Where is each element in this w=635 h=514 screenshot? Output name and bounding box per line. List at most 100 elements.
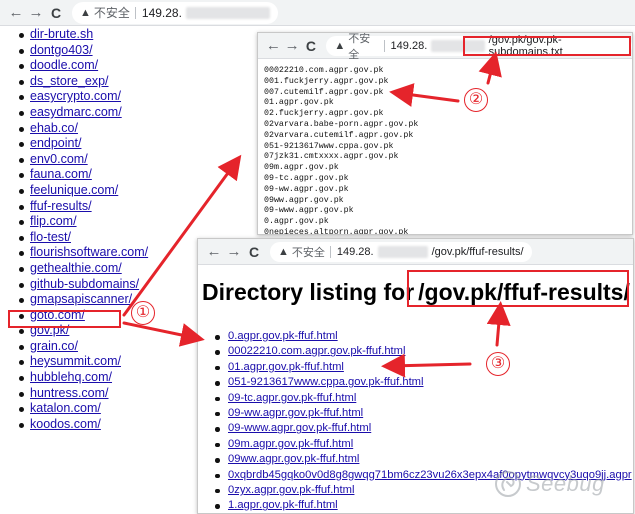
highlight-box-txt-path [463,36,631,56]
marker-3: ③ [486,352,510,376]
directory-link[interactable]: ffuf-results/ [30,199,92,213]
ffuf-result-link[interactable]: 09-www.agpr.gov.pk-ffuf.html [228,422,371,434]
directory-link[interactable]: katalon.com/ [30,401,101,415]
list-item: endpoint/ [0,136,215,152]
address-bar[interactable]: ▲ 不安全 149.28. /gov.pk/ffuf-results/ [270,241,532,262]
forward-button[interactable]: → [283,38,302,53]
list-item: ds_store_exp/ [0,74,215,90]
forward-button[interactable]: → [26,5,46,20]
list-item: fauna.com/ [0,167,215,183]
list-item: dontgo403/ [0,43,215,59]
directory-link[interactable]: env0.com/ [30,152,88,166]
forward-button[interactable]: → [224,244,244,259]
ffuf-result-link[interactable]: 1.agpr.gov.pk-ffuf.html [228,499,338,511]
directory-link[interactable]: ehab.co/ [30,121,78,135]
warning-icon: ▲ [334,39,346,52]
txt-line: 02varvara.babe-porn.agpr.gov.pk [264,119,419,129]
list-item: 09-ww.agpr.gov.pk-ffuf.html [198,406,633,421]
list-item: flo-test/ [0,230,215,246]
list-item: flip.com/ [0,214,215,230]
directory-link[interactable]: flip.com/ [30,214,77,228]
subdomains-txt-window: ← → C ▲ 不安全 149.28. /gov.pk/gov.pk-subdo… [257,32,633,235]
list-item: doodle.com/ [0,58,215,74]
directory-link[interactable]: feelunique.com/ [30,183,118,197]
directory-link[interactable]: gmapsapiscanner/ [30,292,132,306]
highlight-box-ffuf-heading [407,270,629,307]
txt-line: 02varvara.cutemilf.agpr.gov.pk [264,130,414,140]
txt-line: 07jzk31.cmtxxxx.agpr.gov.pk [264,152,399,162]
txt-line: 01.agpr.gov.pk [264,98,334,108]
directory-link[interactable]: flo-test/ [30,230,71,244]
redacted-ip [185,6,270,19]
back-button[interactable]: ← [204,244,224,259]
back-button[interactable]: ← [264,38,283,53]
list-item: 00022210.com.agpr.gov.pk-ffuf.html [198,344,633,359]
list-item: heysummit.com/ [0,354,215,370]
ffuf-result-link[interactable]: 09-ww.agpr.gov.pk-ffuf.html [228,407,363,419]
ffuf-browser-toolbar: ← → C ▲ 不安全 149.28. /gov.pk/ffuf-results… [198,239,633,265]
address-bar[interactable]: ▲ 不安全 149.28. [72,1,278,24]
marker-2: ② [464,88,488,112]
directory-link[interactable]: github-subdomains/ [30,277,139,291]
directory-link[interactable]: koodos.com/ [30,417,101,431]
list-item: 09ww.agpr.gov.pk-ffuf.html [198,452,633,467]
directory-link[interactable]: dir-brute.sh [30,27,93,41]
address-separator [383,39,385,52]
list-item: easydmarc.com/ [0,105,215,121]
list-item: gethealthie.com/ [0,261,215,277]
ffuf-result-link[interactable]: 0.agpr.gov.pk-ffuf.html [228,330,338,342]
list-item: 0.agpr.gov.pk-ffuf.html [198,329,633,344]
ffuf-result-link[interactable]: 00022210.com.agpr.gov.pk-ffuf.html [228,345,405,357]
ffuf-result-link[interactable]: 09ww.agpr.gov.pk-ffuf.html [228,453,359,465]
reload-button[interactable]: C [46,6,66,20]
directory-link[interactable]: endpoint/ [30,136,81,150]
directory-link[interactable]: easydmarc.com/ [30,105,122,119]
seebug-logo-icon [495,471,521,497]
ffuf-result-link[interactable]: 09-tc.agpr.gov.pk-ffuf.html [228,392,356,404]
list-item: gmapsapiscanner/ [0,292,215,308]
txt-line: 007.cutemilf.agpr.gov.pk [264,87,384,97]
address-separator [134,6,136,19]
directory-link[interactable]: doodle.com/ [30,58,98,72]
address-path: /gov.pk/ffuf-results/ [431,245,524,258]
reload-button[interactable]: C [244,245,264,259]
directory-link[interactable]: hubblehq.com/ [30,370,112,384]
txt-line: 051-9213617www.cppa.gov.pk [264,141,394,151]
warning-icon: ▲ [278,245,289,258]
seebug-watermark: Seebug [494,470,605,498]
directory-link[interactable]: fauna.com/ [30,167,92,181]
list-item: easycrypto.com/ [0,89,215,105]
insecure-label: 不安全 [291,246,325,259]
ffuf-result-link[interactable]: 01.agpr.gov.pk-ffuf.html [228,361,344,373]
ffuf-result-link[interactable]: 0zyx.agpr.gov.pk-ffuf.html [228,484,354,496]
txt-line: 0nepieces.altporn.agpr.gov.pk [264,227,409,235]
directory-link[interactable]: easycrypto.com/ [30,89,121,103]
list-item: 09m.agpr.gov.pk-ffuf.html [198,437,633,452]
directory-link[interactable]: ds_store_exp/ [30,74,109,88]
back-button[interactable]: ← [6,5,26,20]
txt-line: 09-www.agpr.gov.pk [264,206,354,216]
directory-link[interactable]: huntress.com/ [30,386,109,400]
title-prefix: Directory listing for [202,279,415,305]
directory-link[interactable]: heysummit.com/ [30,354,121,368]
txt-content: 00022210.com.agpr.gov.pk 001.fuckjerry.ag… [264,66,419,235]
txt-line: 00022210.com.agpr.gov.pk [264,66,384,75]
directory-link[interactable]: grain.co/ [30,339,78,353]
list-item: ehab.co/ [0,121,215,137]
ffuf-result-link[interactable]: 09m.agpr.gov.pk-ffuf.html [228,438,353,450]
list-item: github-subdomains/ [0,277,215,293]
list-item: 09-tc.agpr.gov.pk-ffuf.html [198,391,633,406]
list-item: ffuf-results/ [0,199,215,215]
directory-link[interactable]: dontgo403/ [30,43,93,57]
directory-link[interactable]: flourishsoftware.com/ [30,245,148,259]
insecure-label: 不安全 [93,6,130,20]
address-host: 149.28. [141,5,182,20]
directory-link[interactable]: gethealthie.com/ [30,261,122,275]
txt-line: 09-ww.agpr.gov.pk [264,184,349,194]
list-item: dir-brute.sh [0,27,215,43]
ffuf-result-link[interactable]: 051-9213617www.cppa.gov.pk-ffuf.html [228,376,424,388]
main-browser-toolbar: ← → C ▲ 不安全 149.28. [0,0,635,26]
list-item: koodos.com/ [0,417,215,433]
address-separator [329,245,331,258]
reload-button[interactable]: C [302,39,321,53]
